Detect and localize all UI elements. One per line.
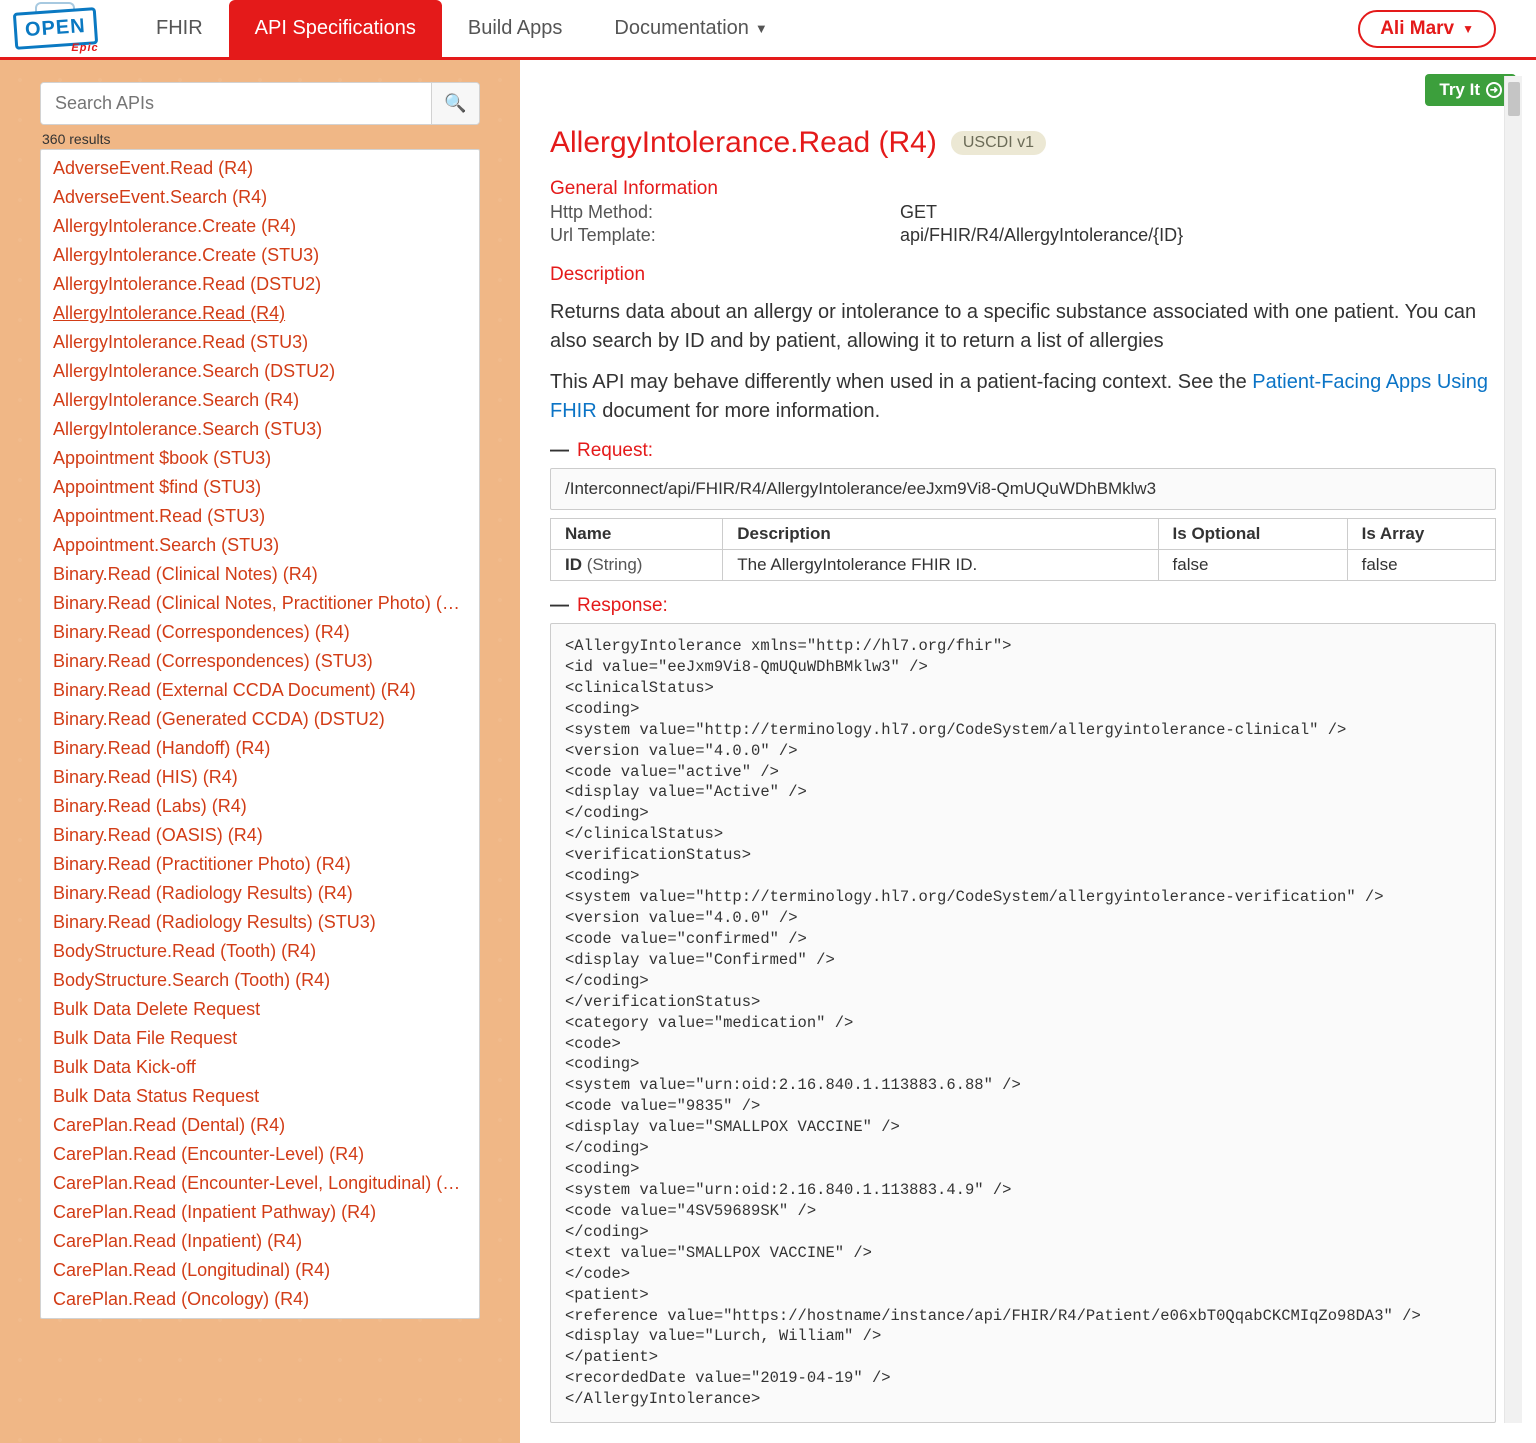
- scrollbar[interactable]: [1504, 76, 1522, 1423]
- api-list-item[interactable]: AllergyIntolerance.Read (STU3): [41, 328, 479, 357]
- api-list-item[interactable]: Appointment $book (STU3): [41, 444, 479, 473]
- api-list-item[interactable]: Bulk Data Kick-off: [41, 1053, 479, 1082]
- chevron-down-icon: ▼: [1462, 22, 1474, 36]
- api-list-item[interactable]: Binary.Read (Generated CCDA) (DSTU2): [41, 705, 479, 734]
- api-list-item[interactable]: Binary.Read (Handoff) (R4): [41, 734, 479, 763]
- api-list-item[interactable]: CarePlan.Read (Encounter-Level) (R4): [41, 1140, 479, 1169]
- api-list-item[interactable]: Bulk Data File Request: [41, 1024, 479, 1053]
- api-list-item[interactable]: CarePlan.Read (Inpatient) (R4): [41, 1227, 479, 1256]
- api-list-item[interactable]: CarePlan.Read (Encounter-Level, Longitud…: [41, 1169, 479, 1198]
- api-list-item[interactable]: Binary.Read (Radiology Results) (STU3): [41, 908, 479, 937]
- request-url-box: /Interconnect/api/FHIR/R4/AllergyIntoler…: [550, 468, 1496, 510]
- api-list-item[interactable]: Bulk Data Status Request: [41, 1082, 479, 1111]
- nav-tabs: FHIRAPI SpecificationsBuild AppsDocument…: [130, 0, 794, 57]
- sidebar: 🔍 360 results AdverseEvent.Read (R4)Adve…: [0, 60, 520, 1443]
- request-toggle[interactable]: — Request:: [550, 440, 1496, 462]
- api-list-item[interactable]: Binary.Read (Labs) (R4): [41, 792, 479, 821]
- api-list-item[interactable]: Appointment.Read (STU3): [41, 502, 479, 531]
- api-list-item[interactable]: Binary.Read (External CCDA Document) (R4…: [41, 676, 479, 705]
- user-menu-button[interactable]: Ali Marv ▼: [1358, 10, 1496, 48]
- minus-icon: —: [550, 595, 569, 617]
- api-list-item[interactable]: Binary.Read (OASIS) (R4): [41, 821, 479, 850]
- search-icon: 🔍: [444, 93, 466, 113]
- nav-tab-api-specifications[interactable]: API Specifications: [229, 0, 442, 57]
- api-list-item[interactable]: Binary.Read (Radiology Results) (R4): [41, 879, 479, 908]
- chevron-down-icon: ▼: [755, 21, 768, 36]
- response-body: <AllergyIntolerance xmlns="http://hl7.or…: [550, 623, 1496, 1423]
- table-row: ID (String) The AllergyIntolerance FHIR …: [551, 550, 1496, 581]
- api-list-item[interactable]: Binary.Read (Practitioner Photo) (R4): [41, 850, 479, 879]
- http-method-row: Http Method: GET: [550, 202, 1496, 223]
- nav-tab-fhir[interactable]: FHIR: [130, 0, 229, 57]
- api-list-item[interactable]: AllergyIntolerance.Search (DSTU2): [41, 357, 479, 386]
- api-list-item[interactable]: Appointment.Search (STU3): [41, 531, 479, 560]
- search-button[interactable]: 🔍: [431, 83, 479, 124]
- logo[interactable]: OPEN: [0, 10, 110, 47]
- api-list-item[interactable]: AllergyIntolerance.Create (R4): [41, 212, 479, 241]
- api-list-item[interactable]: AdverseEvent.Read (R4): [41, 154, 479, 183]
- api-list-item[interactable]: AllergyIntolerance.Read (DSTU2): [41, 270, 479, 299]
- params-table: NameDescriptionIs OptionalIs Array ID (S…: [550, 518, 1496, 581]
- api-list-item[interactable]: Bulk Data Delete Request: [41, 995, 479, 1024]
- api-list-item[interactable]: CarePlan.Read (Oncology) (R4): [41, 1285, 479, 1314]
- arrow-right-icon: ➜: [1486, 82, 1502, 98]
- api-list-item[interactable]: Appointment $find (STU3): [41, 473, 479, 502]
- section-description: Description: [550, 264, 1496, 286]
- top-nav-bar: OPEN FHIRAPI SpecificationsBuild AppsDoc…: [0, 0, 1536, 60]
- nav-tab-build-apps[interactable]: Build Apps: [442, 0, 589, 57]
- api-list-item[interactable]: AllergyIntolerance.Search (STU3): [41, 415, 479, 444]
- api-list-item[interactable]: AllergyIntolerance.Create (STU3): [41, 241, 479, 270]
- api-list-item[interactable]: CarePlan.Read (Dental) (R4): [41, 1111, 479, 1140]
- api-list-item[interactable]: BodyStructure.Search (Tooth) (R4): [41, 966, 479, 995]
- main-panel: Try It ➜ AllergyIntolerance.Read (R4) US…: [520, 60, 1536, 1443]
- table-header: Name: [551, 519, 723, 550]
- api-list-item[interactable]: Binary.Read (Correspondences) (STU3): [41, 647, 479, 676]
- nav-tab-documentation[interactable]: Documentation▼: [588, 0, 793, 57]
- api-list-item[interactable]: CarePlan.Read (Inpatient Pathway) (R4): [41, 1198, 479, 1227]
- results-count: 360 results: [42, 131, 480, 147]
- api-list-item[interactable]: CarePlan.Read (Longitudinal) (R4): [41, 1256, 479, 1285]
- response-toggle[interactable]: — Response:: [550, 595, 1496, 617]
- page-title: AllergyIntolerance.Read (R4) USCDI v1: [550, 126, 1496, 160]
- try-it-button[interactable]: Try It ➜: [1425, 74, 1516, 106]
- table-header: Is Array: [1347, 519, 1495, 550]
- description-paragraph-1: Returns data about an allergy or intoler…: [550, 298, 1496, 356]
- url-template-row: Url Template: api/FHIR/R4/AllergyIntoler…: [550, 225, 1496, 246]
- api-list-item[interactable]: Binary.Read (Clinical Notes) (R4): [41, 560, 479, 589]
- uscdi-badge: USCDI v1: [951, 131, 1046, 155]
- api-list-item[interactable]: Binary.Read (HIS) (R4): [41, 763, 479, 792]
- table-header: Description: [723, 519, 1158, 550]
- user-name: Ali Marv: [1380, 18, 1454, 40]
- table-header: Is Optional: [1158, 519, 1347, 550]
- api-list[interactable]: AdverseEvent.Read (R4)AdverseEvent.Searc…: [40, 149, 480, 1319]
- api-list-item[interactable]: Binary.Read (Clinical Notes, Practitione…: [41, 589, 479, 618]
- minus-icon: —: [550, 440, 569, 462]
- description-paragraph-2: This API may behave differently when use…: [550, 368, 1496, 426]
- api-list-item[interactable]: AdverseEvent.Search (R4): [41, 183, 479, 212]
- api-list-item[interactable]: AllergyIntolerance.Read (R4): [41, 299, 479, 328]
- search-input[interactable]: [41, 83, 431, 124]
- search-box: 🔍: [40, 82, 480, 125]
- scrollbar-thumb[interactable]: [1508, 82, 1520, 116]
- api-list-item[interactable]: AllergyIntolerance.Search (R4): [41, 386, 479, 415]
- api-list-item[interactable]: Binary.Read (Correspondences) (R4): [41, 618, 479, 647]
- api-list-item[interactable]: BodyStructure.Read (Tooth) (R4): [41, 937, 479, 966]
- section-general-info: General Information: [550, 178, 1496, 200]
